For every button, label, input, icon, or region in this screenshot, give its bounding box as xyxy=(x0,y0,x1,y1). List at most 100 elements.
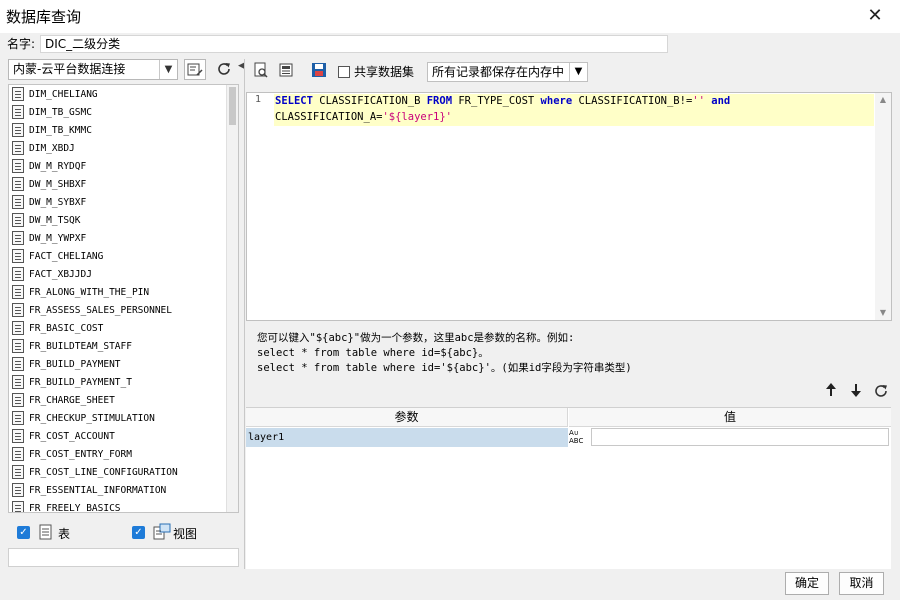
close-icon[interactable]: ✕ xyxy=(858,3,892,29)
param-name-cell[interactable]: layer1 xyxy=(246,428,568,447)
hint-line-1: 您可以键入"${abc}"做为一个参数，这里abc是参数的名称。例如: xyxy=(257,332,575,344)
table-icon xyxy=(12,159,24,173)
scrollbar-thumb[interactable] xyxy=(229,87,236,125)
table-name: FR_COST_ACCOUNT xyxy=(29,430,115,442)
table-icon xyxy=(12,411,24,425)
table-list-item[interactable]: FR_BUILDTEAM_STAFF xyxy=(9,337,228,355)
show-tables-checkbox[interactable]: ✓ xyxy=(17,526,30,539)
sql-string: '' xyxy=(692,95,705,107)
hint-line-3: select * from table where id='${abc}'。(如… xyxy=(257,362,632,374)
table-list-item[interactable]: DW_M_SYBXF xyxy=(9,193,228,211)
table-name: FR_ESSENTIAL_INFORMATION xyxy=(29,484,167,496)
table-name: DIM_CHELIANG xyxy=(29,88,98,100)
table-list-item[interactable]: DW_M_SHBXF xyxy=(9,175,228,193)
type-icon-bottom: ABC xyxy=(569,437,584,445)
table-list-item[interactable]: DIM_TB_KMMC xyxy=(9,121,228,139)
name-label: 名字: xyxy=(7,37,36,51)
table-name: DIM_XBDJ xyxy=(29,142,75,154)
refresh-icon[interactable] xyxy=(213,59,235,80)
table-icon xyxy=(12,213,24,227)
table-list-item[interactable]: FR_ALONG_WITH_THE_PIN xyxy=(9,283,228,301)
table-icon xyxy=(12,339,24,353)
cancel-button[interactable]: 取消 xyxy=(839,572,884,595)
save-icon xyxy=(312,63,326,77)
table-list-item[interactable]: FR_ESSENTIAL_INFORMATION xyxy=(9,481,228,499)
table-list-item[interactable]: DW_M_TSQK xyxy=(9,211,228,229)
column-header-param: 参数 xyxy=(246,408,568,427)
string-type-icon[interactable]: A∪ ABC xyxy=(568,428,590,447)
table-name: DIM_TB_KMMC xyxy=(29,124,92,136)
table-list-item[interactable]: FR_BUILD_PAYMENT_T xyxy=(9,373,228,391)
sql-editor[interactable]: 1 SELECT CLASSIFICATION_B FROM FR_TYPE_C… xyxy=(246,92,892,321)
refresh-glyph xyxy=(218,63,230,75)
sql-keyword: SELECT xyxy=(275,95,313,107)
table-icon xyxy=(12,303,24,317)
table-filter-input[interactable] xyxy=(8,548,239,567)
table-icon xyxy=(12,375,24,389)
table-name: FACT_XBJJDJ xyxy=(29,268,92,280)
panel-divider[interactable] xyxy=(244,59,245,569)
table-list-item[interactable]: FR_BASIC_COST xyxy=(9,319,228,337)
show-views-checkbox[interactable]: ✓ xyxy=(132,526,145,539)
sql-keyword: where xyxy=(540,95,573,107)
table-list-item[interactable]: DIM_CHELIANG xyxy=(9,85,228,103)
memory-mode-value: 所有记录都保存在内存中 xyxy=(432,65,565,79)
table-list-scrollbar[interactable] xyxy=(226,85,238,512)
table-list-item[interactable]: FR_COST_LINE_CONFIGURATION xyxy=(9,463,228,481)
sql-text: CLASSIFICATION_B xyxy=(312,95,427,107)
share-dataset-label: 共享数据集 xyxy=(354,65,415,79)
table-name: FR_BUILD_PAYMENT xyxy=(29,358,121,370)
table-name: FR_FREELY_BASICS xyxy=(29,502,121,513)
line-number: 1 xyxy=(255,94,262,105)
table-list-item[interactable]: FR_CHARGE_SHEET xyxy=(9,391,228,409)
parameters-table: 参数 值 layer1 A∪ ABC xyxy=(246,407,891,569)
table-name: FR_COST_LINE_CONFIGURATION xyxy=(29,466,178,478)
move-down-icon[interactable] xyxy=(846,383,866,403)
table-name: FR_CHARGE_SHEET xyxy=(29,394,115,406)
table-rows: DIM_CHELIANG DIM_TB_GSMC DIM_TB_KMMC DIM_XB… xyxy=(9,85,228,513)
save-button[interactable] xyxy=(309,62,329,82)
name-input[interactable]: DIC_二级分类 xyxy=(40,35,668,53)
sql-text: CLASSIFICATION_A= xyxy=(275,111,383,123)
chevron-up-icon[interactable]: ▲ xyxy=(875,93,891,107)
table-list-item[interactable]: DIM_TB_GSMC xyxy=(9,103,228,121)
param-value-input[interactable] xyxy=(591,428,889,446)
edit-connection-button[interactable] xyxy=(184,59,206,80)
chevron-down-icon[interactable]: ▼ xyxy=(569,63,587,81)
table-list-item[interactable]: FR_COST_ACCOUNT xyxy=(9,427,228,445)
move-up-icon[interactable] xyxy=(821,383,841,403)
chevron-down-icon[interactable]: ▼ xyxy=(875,306,891,320)
table-list-item[interactable]: FR_CHECKUP_STIMULATION xyxy=(9,409,228,427)
table-list-item[interactable]: FR_BUILD_PAYMENT xyxy=(9,355,228,373)
ok-button[interactable]: 确定 xyxy=(785,572,829,595)
table-name: FR_BUILDTEAM_STAFF xyxy=(29,340,132,352)
table-list-item[interactable]: FR_COST_ENTRY_FORM xyxy=(9,445,228,463)
table-list-item[interactable]: FACT_XBJJDJ xyxy=(9,265,228,283)
table-icon xyxy=(12,501,24,512)
table-list-item[interactable]: DIM_XBDJ xyxy=(9,139,228,157)
table-list-item[interactable]: FACT_CHELIANG xyxy=(9,247,228,265)
table-list-item[interactable]: FR_FREELY_BASICS xyxy=(9,499,228,513)
sql-button[interactable] xyxy=(276,62,296,82)
table-list-item[interactable]: DW_M_YWPXF xyxy=(9,229,228,247)
table-name: FR_BASIC_COST xyxy=(29,322,104,334)
database-icon xyxy=(279,63,293,77)
preview-icon xyxy=(254,62,268,78)
chevron-down-icon[interactable]: ▼ xyxy=(159,60,177,79)
preview-button[interactable] xyxy=(251,62,271,82)
sql-text: CLASSIFICATION_B!= xyxy=(572,95,693,107)
table-icon xyxy=(12,393,24,407)
sql-string: '${layer1}' xyxy=(382,111,453,123)
table-list[interactable]: DIM_CHELIANG DIM_TB_GSMC DIM_TB_KMMC DIM_XB… xyxy=(8,84,239,513)
editor-scrollbar[interactable]: ▲ ▼ xyxy=(875,93,891,320)
table-list-item[interactable]: FR_ASSESS_SALES_PERSONNEL xyxy=(9,301,228,319)
table-name: FR_COST_ENTRY_FORM xyxy=(29,448,132,460)
connection-select[interactable]: 内蒙-云平台数据连接 ▼ xyxy=(8,59,178,80)
share-dataset-checkbox[interactable] xyxy=(338,66,350,78)
table-icon xyxy=(12,267,24,281)
memory-mode-select[interactable]: 所有记录都保存在内存中 ▼ xyxy=(427,62,588,82)
edit-connection-icon xyxy=(187,63,203,76)
refresh-params-icon[interactable] xyxy=(871,383,891,403)
sql-code[interactable]: SELECT CLASSIFICATION_B FROM FR_TYPE_COS… xyxy=(275,93,875,125)
table-list-item[interactable]: DW_M_RYDQF xyxy=(9,157,228,175)
